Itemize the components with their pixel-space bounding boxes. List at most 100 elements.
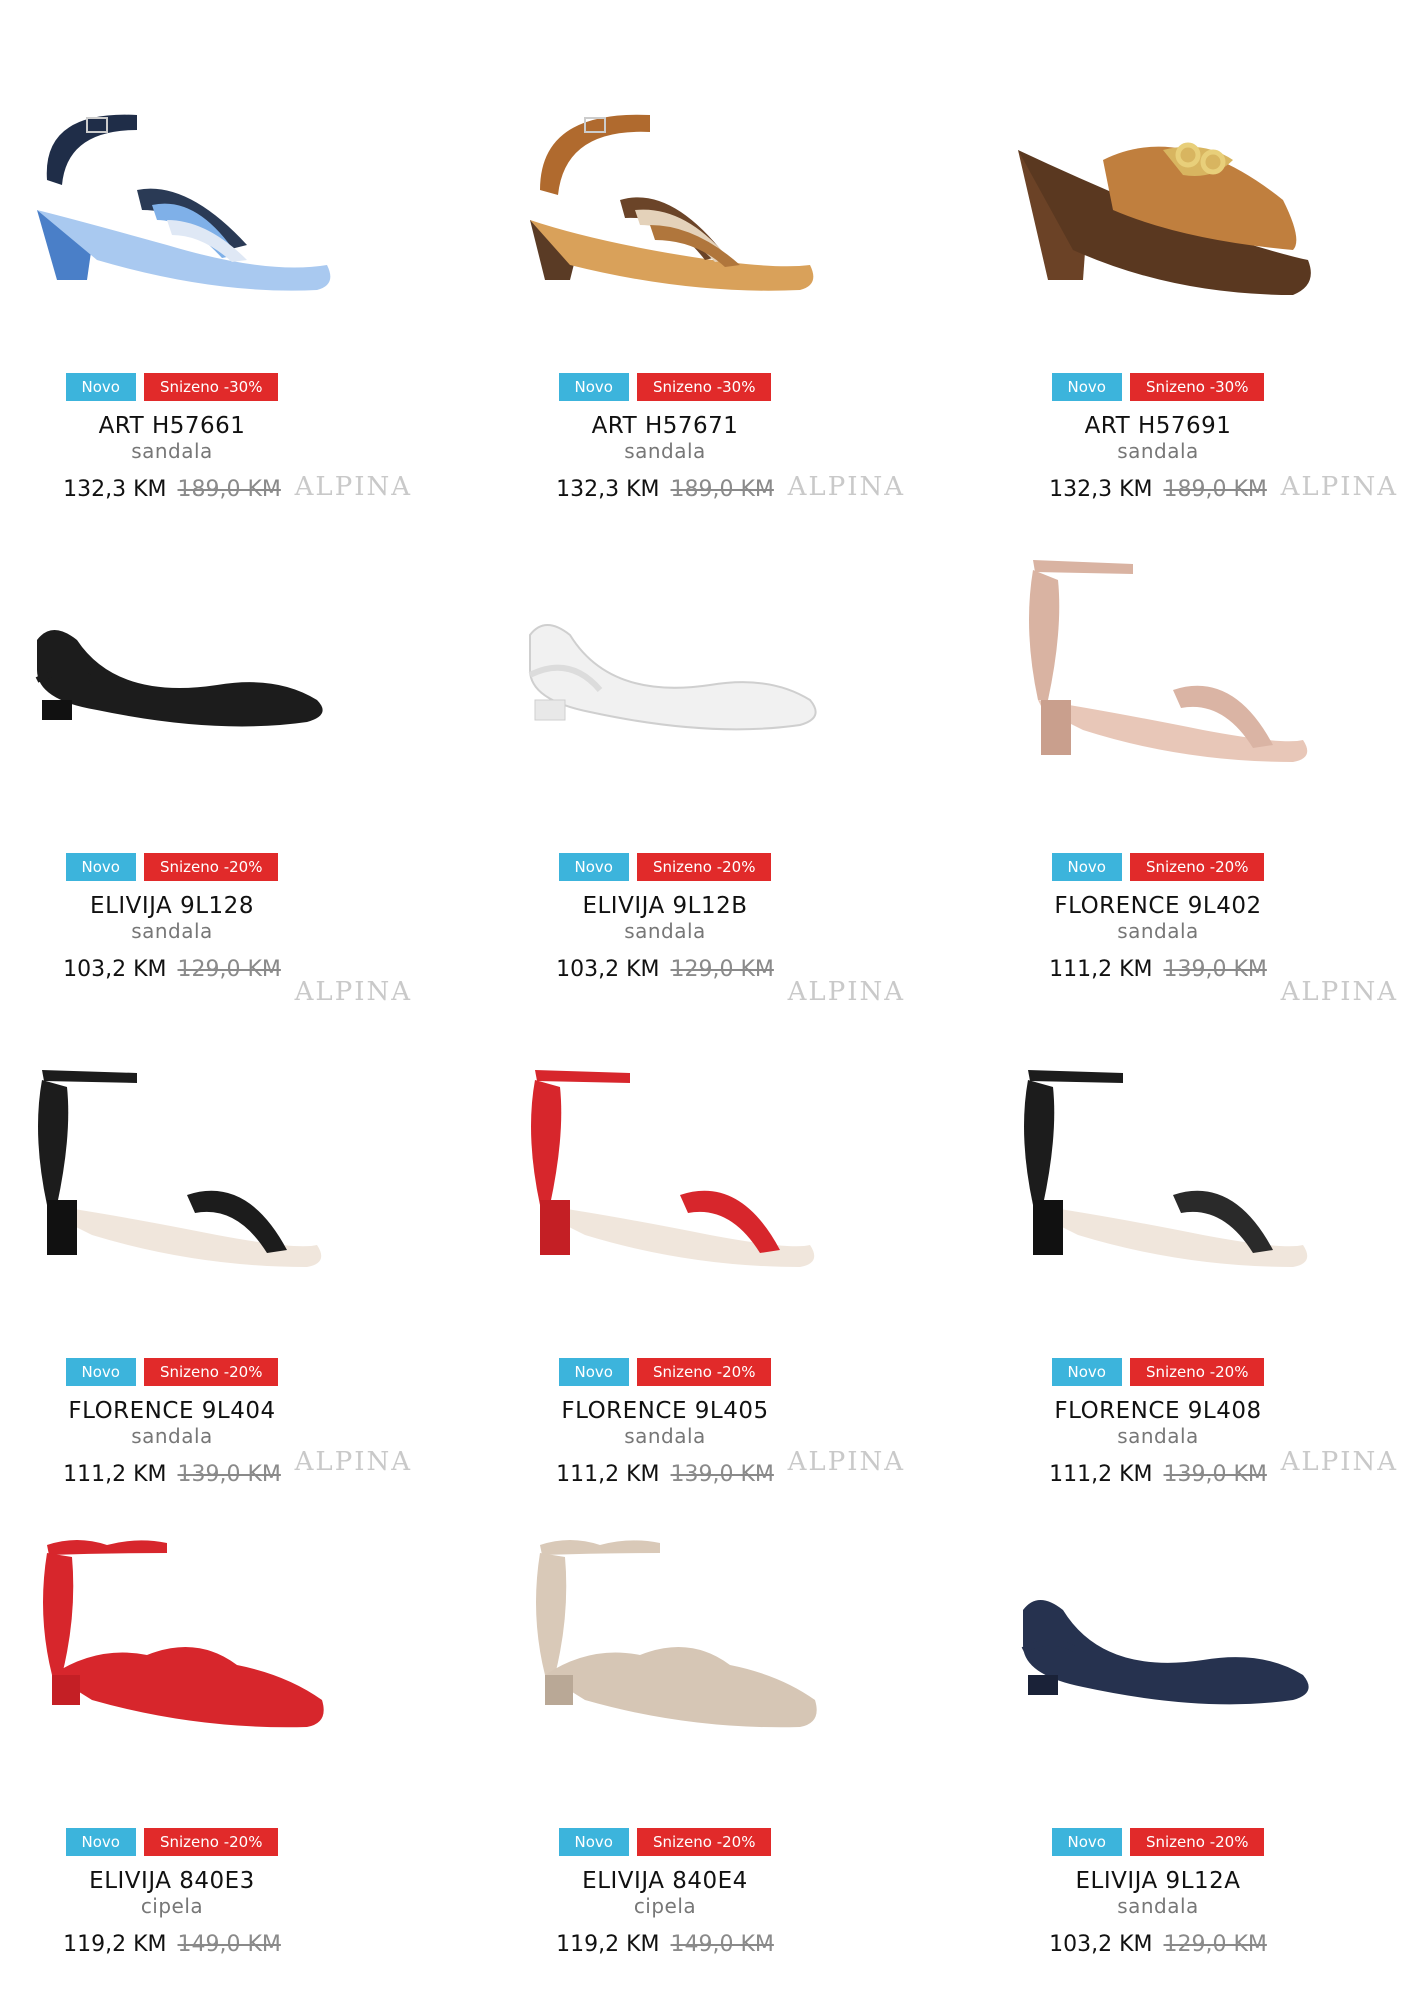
product-image[interactable] <box>495 1045 915 1305</box>
product-name[interactable]: ART H57661 <box>2 413 342 439</box>
product-type: sandala <box>131 1424 213 1448</box>
current-price: 111,2 KM <box>1049 1462 1153 1487</box>
product-type: sandala <box>1117 439 1199 463</box>
new-badge: Novo <box>1051 373 1122 401</box>
product-type: cipela <box>140 1894 204 1918</box>
new-badge: Novo <box>1051 853 1122 881</box>
product-name[interactable]: FLORENCE 9L405 <box>495 1398 835 1424</box>
product-info: Novo Snizeno -30% ART H57671 sandala 132… <box>495 373 835 503</box>
product-name[interactable]: ELIVIJA 9L12B <box>495 893 835 919</box>
sandal-woven-image <box>530 114 814 291</box>
brand-watermark: ALPINA <box>1280 977 1398 1007</box>
brand-watermark: ALPINA <box>787 1447 905 1477</box>
old-price: 149,0 KM <box>177 1932 281 1957</box>
sale-badge: Snizeno -20% <box>143 1358 279 1386</box>
new-badge: Novo <box>558 373 629 401</box>
new-badge: Novo <box>65 1828 136 1856</box>
sale-badge: Snizeno -20% <box>1129 1828 1265 1856</box>
sale-badge: Snizeno -20% <box>636 1358 772 1386</box>
current-price: 111,2 KM <box>63 1462 167 1487</box>
new-badge: Novo <box>65 373 136 401</box>
brand-watermark: ALPINA <box>1280 472 1398 502</box>
ankle-strap-sandal-image <box>1029 560 1308 762</box>
sale-badge: Snizeno -20% <box>143 853 279 881</box>
brand-watermark: ALPINA <box>787 472 905 502</box>
product-type: sandala <box>624 1424 706 1448</box>
product-image[interactable] <box>495 60 915 320</box>
product-type: sandala <box>1117 1894 1199 1918</box>
new-badge: Novo <box>65 1358 136 1386</box>
new-badge: Novo <box>558 1828 629 1856</box>
product-info: Novo Snizeno -20% ELIVIJA 9L12B sandala … <box>495 853 835 983</box>
new-badge: Novo <box>558 853 629 881</box>
product-info: Novo Snizeno -20% ELIVIJA 9L12A sandala … <box>988 1828 1328 1958</box>
product-info: Novo Snizeno -20% FLORENCE 9L405 sandala… <box>495 1358 835 1488</box>
product-name[interactable]: FLORENCE 9L404 <box>2 1398 342 1424</box>
current-price: 132,3 KM <box>556 477 660 502</box>
old-price: 149,0 KM <box>670 1932 774 1957</box>
product-type: sandala <box>624 439 706 463</box>
slingback-flat-image <box>528 624 817 731</box>
ankle-strap-sandal-image <box>1024 1070 1308 1267</box>
sale-badge: Snizeno -20% <box>143 1828 279 1856</box>
sale-badge: Snizeno -20% <box>1129 853 1265 881</box>
sale-badge: Snizeno -20% <box>636 1828 772 1856</box>
product-name[interactable]: ELIVIJA 840E3 <box>2 1868 342 1894</box>
old-price: 129,0 KM <box>177 957 281 982</box>
product-info: Novo Snizeno -20% ELIVIJA 9L128 sandala … <box>2 853 342 983</box>
brand-watermark: ALPINA <box>294 472 412 502</box>
sandal-strappy-image <box>37 114 331 291</box>
brand-watermark: ALPINA <box>294 977 412 1007</box>
sale-badge: Snizeno -30% <box>1129 373 1265 401</box>
slingback-flat-image <box>35 630 323 727</box>
scalloped-shoe-image <box>43 1540 324 1728</box>
product-name[interactable]: FLORENCE 9L402 <box>988 893 1328 919</box>
product-info: Novo Snizeno -30% ART H57661 sandala 132… <box>2 373 342 503</box>
brand-watermark: ALPINA <box>294 1447 412 1477</box>
new-badge: Novo <box>1051 1828 1122 1856</box>
current-price: 132,3 KM <box>1049 477 1153 502</box>
product-info: Novo Snizeno -30% ART H57691 sandala 132… <box>988 373 1328 503</box>
product-type: sandala <box>131 439 213 463</box>
product-info: Novo Snizeno -20% FLORENCE 9L404 sandala… <box>2 1358 342 1488</box>
product-type: sandala <box>1117 919 1199 943</box>
product-name[interactable]: FLORENCE 9L408 <box>988 1398 1328 1424</box>
product-name[interactable]: ELIVIJA 840E4 <box>495 1868 835 1894</box>
current-price: 132,3 KM <box>63 477 167 502</box>
sale-badge: Snizeno -20% <box>636 853 772 881</box>
sale-badge: Snizeno -20% <box>1129 1358 1265 1386</box>
product-name[interactable]: ELIVIJA 9L128 <box>2 893 342 919</box>
current-price: 103,2 KM <box>556 957 660 982</box>
new-badge: Novo <box>1051 1358 1122 1386</box>
product-image[interactable] <box>495 540 915 800</box>
old-price: 129,0 KM <box>670 957 774 982</box>
product-name[interactable]: ART H57671 <box>495 413 835 439</box>
product-image[interactable] <box>2 60 422 320</box>
product-type: cipela <box>633 1894 697 1918</box>
old-price: 139,0 KM <box>1163 1462 1267 1487</box>
old-price: 129,0 KM <box>1163 1932 1267 1957</box>
product-image[interactable] <box>2 1515 422 1775</box>
product-name[interactable]: ART H57691 <box>988 413 1328 439</box>
product-info: Novo Snizeno -20% FLORENCE 9L408 sandala… <box>988 1358 1328 1488</box>
ankle-strap-sandal-image <box>531 1070 815 1267</box>
product-type: sandala <box>131 919 213 943</box>
brand-watermark: ALPINA <box>1280 1447 1398 1477</box>
product-image[interactable] <box>2 1045 422 1305</box>
product-image[interactable] <box>2 540 422 800</box>
product-image[interactable] <box>495 1515 915 1775</box>
mule-chain-image <box>1018 142 1311 295</box>
product-image[interactable] <box>988 1515 1408 1775</box>
current-price: 111,2 KM <box>556 1462 660 1487</box>
product-name[interactable]: ELIVIJA 9L12A <box>988 1868 1328 1894</box>
product-image[interactable] <box>988 540 1408 800</box>
product-info: Novo Snizeno -20% FLORENCE 9L402 sandala… <box>988 853 1328 983</box>
product-image[interactable] <box>988 1045 1408 1305</box>
product-image[interactable] <box>988 60 1408 320</box>
new-badge: Novo <box>65 853 136 881</box>
new-badge: Novo <box>558 1358 629 1386</box>
current-price: 119,2 KM <box>63 1932 167 1957</box>
slingback-flat-image <box>1021 1600 1309 1705</box>
current-price: 103,2 KM <box>63 957 167 982</box>
product-info: Novo Snizeno -20% ELIVIJA 840E3 cipela 1… <box>2 1828 342 1958</box>
